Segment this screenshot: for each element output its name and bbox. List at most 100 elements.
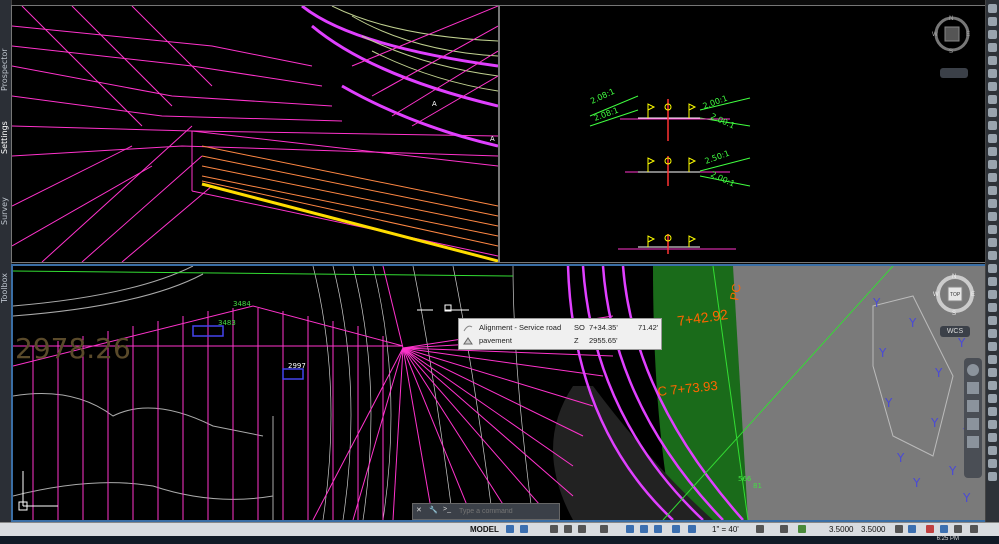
tool-icon[interactable] [988, 290, 997, 299]
prompt-icon: >_ [443, 506, 451, 513]
close-icon[interactable]: ✕ [416, 506, 422, 514]
transparency-icon[interactable] [654, 525, 662, 533]
otrack-icon[interactable] [626, 525, 634, 533]
customize-statusbar-icon[interactable] [954, 525, 962, 533]
command-line[interactable]: ✕ 🔧 >_ [412, 503, 560, 520]
tool-icon[interactable] [988, 381, 997, 390]
viewcube-main[interactable]: TOP N S E W [933, 272, 977, 316]
tooltip-offset: 71.42' [638, 323, 659, 332]
compass-n: N [952, 274, 956, 280]
polar-icon[interactable] [564, 525, 572, 533]
hardware-accel-icon[interactable] [926, 525, 934, 533]
compass-e: E [971, 292, 975, 298]
performance-icon[interactable] [895, 525, 903, 533]
tool-icon[interactable] [988, 212, 997, 221]
showmotion-icon[interactable] [967, 436, 979, 448]
tool-icon[interactable] [988, 4, 997, 13]
navigation-bar[interactable] [964, 358, 982, 478]
tool-icon[interactable] [988, 147, 997, 156]
object-tooltip: Alignment - Service road SO 7+34.35' 71.… [458, 318, 662, 350]
tool-icon[interactable] [988, 95, 997, 104]
viewcube-top-right[interactable]: N S E W [932, 14, 972, 54]
orbit-icon[interactable] [967, 418, 979, 430]
grid-icon[interactable] [506, 525, 514, 533]
tool-icon[interactable] [988, 121, 997, 130]
tool-icon[interactable] [988, 459, 997, 468]
menu-icon[interactable] [970, 525, 978, 533]
tool-icon[interactable] [988, 472, 997, 481]
status-value-b[interactable]: 3.5000 [861, 524, 885, 536]
tool-icon[interactable] [988, 407, 997, 416]
tool-icon[interactable] [988, 420, 997, 429]
tab-prospector[interactable]: Prospector [0, 40, 11, 100]
tool-icon[interactable] [988, 82, 997, 91]
tool-icon[interactable] [988, 433, 997, 442]
tab-toolbox[interactable]: Toolbox [0, 268, 11, 308]
tool-icon[interactable] [988, 69, 997, 78]
customize-icon[interactable]: 🔧 [429, 506, 438, 514]
tool-icon[interactable] [988, 329, 997, 338]
annotation-scale[interactable]: 1" = 40' [712, 524, 739, 536]
add-icon[interactable] [780, 525, 788, 533]
lineweight-icon[interactable] [640, 525, 648, 533]
tool-icon[interactable] [988, 394, 997, 403]
tool-icon[interactable] [988, 225, 997, 234]
tooltip-station: 7+34.35' [589, 323, 618, 332]
tooltip-alignment-label: Alignment - Service road [479, 323, 562, 332]
viewport-plan-detail[interactable]: A A [11, 5, 499, 263]
viewport-plan-main[interactable]: 3484 3483 2997 566 81 2978.26 PC 7+42.92… [11, 264, 989, 522]
osnap-icon[interactable] [600, 525, 608, 533]
autoscale-icon[interactable] [688, 525, 696, 533]
tool-icon[interactable] [988, 134, 997, 143]
elevation-label: 3483 [218, 319, 236, 327]
command-input[interactable] [457, 505, 557, 518]
y-marker: Y [873, 296, 881, 310]
snap-icon[interactable] [520, 525, 528, 533]
tool-icon[interactable] [988, 303, 997, 312]
zoom-icon[interactable] [967, 400, 979, 412]
tool-icon[interactable] [988, 108, 997, 117]
tool-icon[interactable] [988, 173, 997, 182]
workspace-icon[interactable] [756, 525, 764, 533]
isolate-icon[interactable] [908, 525, 916, 533]
wcs-menu-top-right[interactable] [940, 68, 968, 78]
tool-icon[interactable] [988, 30, 997, 39]
annotation-visibility-icon[interactable] [672, 525, 680, 533]
y-marker: Y [879, 346, 887, 360]
model-space-button[interactable]: MODEL [470, 524, 499, 536]
y-marker: Y [913, 476, 921, 490]
clean-screen-icon[interactable] [940, 525, 948, 533]
isometric-icon[interactable] [578, 525, 586, 533]
tool-icon[interactable] [988, 446, 997, 455]
tool-icon[interactable] [988, 355, 997, 364]
tool-icon[interactable] [988, 277, 997, 286]
tool-icon[interactable] [988, 160, 997, 169]
tool-icon[interactable] [988, 264, 997, 273]
steering-wheel-icon[interactable] [967, 364, 979, 376]
wcs-menu[interactable]: WCS [940, 326, 970, 337]
viewcube-icon: TOP N S E W [933, 274, 975, 316]
tool-icon[interactable] [988, 17, 997, 26]
tool-icon[interactable] [988, 251, 997, 260]
plan-linework: A A [12, 6, 498, 262]
viewport-section-views[interactable]: 2.08:1 2.08:1 2.00:1 2.00:1 2.50:1 2.00:… [499, 5, 987, 263]
y-marker: Y [963, 491, 971, 505]
right-toolbar [985, 0, 999, 522]
tab-settings[interactable]: Settings [0, 118, 11, 158]
tool-icon[interactable] [988, 56, 997, 65]
tool-icon[interactable] [988, 238, 997, 247]
tool-icon[interactable] [988, 316, 997, 325]
tool-icon[interactable] [988, 43, 997, 52]
tooltip-key: SO [574, 323, 585, 332]
tool-icon[interactable] [988, 199, 997, 208]
tool-icon[interactable] [988, 342, 997, 351]
annotation-icon[interactable] [798, 525, 806, 533]
y-marker: Y [897, 451, 905, 465]
tool-icon[interactable] [988, 186, 997, 195]
tool-icon[interactable] [988, 368, 997, 377]
status-value-a[interactable]: 3.5000 [829, 524, 853, 536]
ortho-icon[interactable] [550, 525, 558, 533]
compass-s: S [949, 49, 953, 54]
tab-survey[interactable]: Survey [0, 196, 11, 226]
pan-icon[interactable] [967, 382, 979, 394]
